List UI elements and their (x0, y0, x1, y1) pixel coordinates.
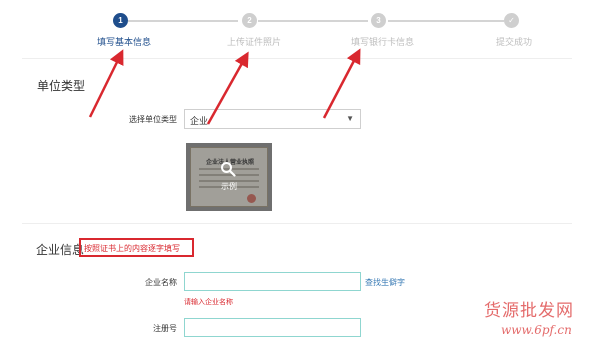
watermark-url: www.6pf.cn (501, 323, 572, 337)
arrow-to-step-2 (206, 51, 249, 125)
arrow-to-step-3 (322, 48, 361, 119)
watermark-text: 货源批发网 (484, 301, 574, 321)
arrow-to-step-1 (88, 49, 124, 118)
